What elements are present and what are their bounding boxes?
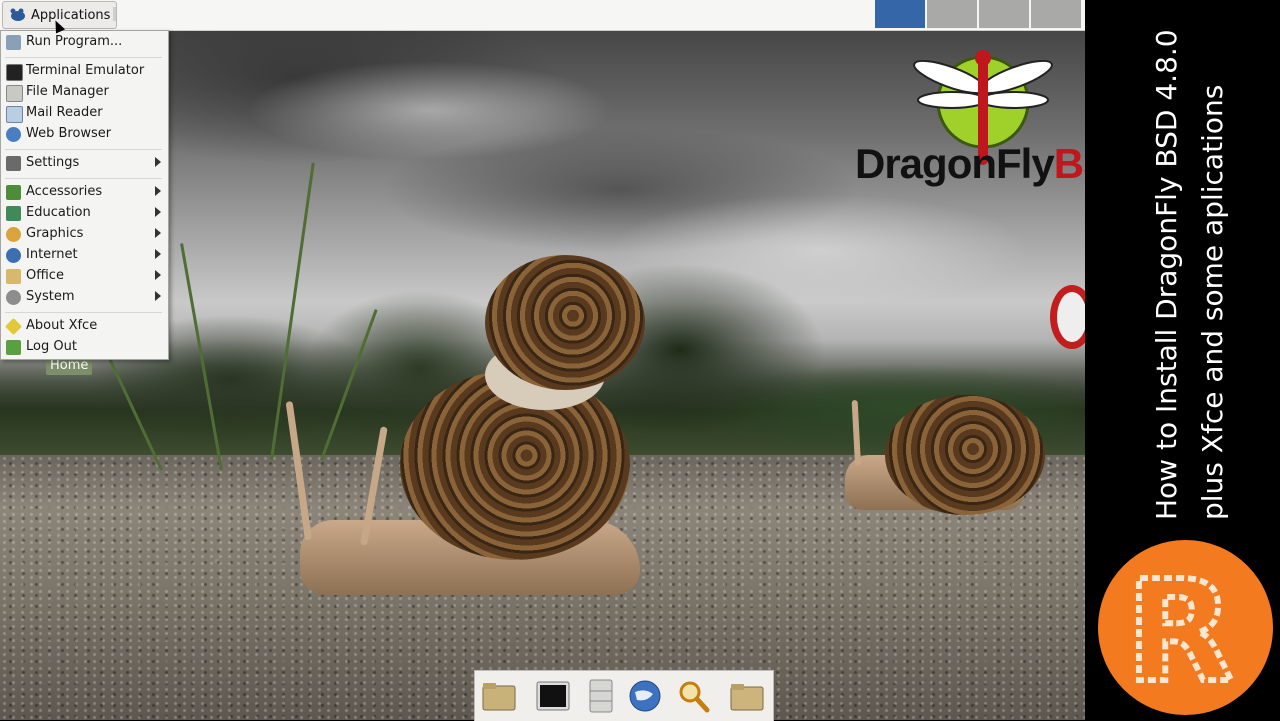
menu-item-mail-reader[interactable]: Mail Reader xyxy=(1,103,166,124)
menu-item-education[interactable]: Education xyxy=(1,203,166,224)
menu-separator xyxy=(5,149,162,150)
internet-icon xyxy=(6,248,21,263)
menu-item-settings[interactable]: Settings xyxy=(1,153,166,174)
terminal-icon xyxy=(6,64,23,81)
video-title: How to Install DragonFly BSD 4.8.0 plus … xyxy=(1150,10,1255,520)
menu-item-label: Web Browser xyxy=(26,126,112,141)
channel-logo: R xyxy=(1098,540,1273,717)
menu-item-about-xfce[interactable]: About Xfce xyxy=(1,316,166,337)
menu-separator xyxy=(5,312,162,313)
logout-icon xyxy=(6,340,21,355)
terminal-icon[interactable] xyxy=(535,678,571,714)
workspace-1-button[interactable] xyxy=(875,0,925,28)
menu-item-label: Education xyxy=(26,205,91,220)
menu-item-label: Mail Reader xyxy=(26,105,103,120)
menu-item-label: Graphics xyxy=(26,226,84,241)
menu-item-label: File Manager xyxy=(26,84,109,99)
menu-separator xyxy=(5,178,162,179)
submenu-arrow-icon xyxy=(155,270,161,280)
r-letter-icon: R xyxy=(1123,548,1237,717)
menu-item-label: About Xfce xyxy=(26,318,98,333)
menu-item-label: Log Out xyxy=(26,339,77,354)
menu-item-label: Office xyxy=(26,268,64,283)
accessories-icon xyxy=(6,185,21,200)
workspace-4-button[interactable] xyxy=(1031,0,1081,28)
submenu-arrow-icon xyxy=(155,249,161,259)
menu-item-web-browser[interactable]: Web Browser xyxy=(1,124,166,145)
education-icon xyxy=(6,206,21,221)
web-browser-icon xyxy=(6,127,21,142)
submenu-arrow-icon xyxy=(155,228,161,238)
menu-item-run-program[interactable]: Run Program... xyxy=(1,32,166,53)
panel-separator xyxy=(113,7,116,21)
menu-item-label: Internet xyxy=(26,247,78,262)
video-title-line-1: How to Install DragonFly BSD 4.8.0 xyxy=(1150,29,1183,520)
submenu-arrow-icon xyxy=(155,186,161,196)
bottom-dock xyxy=(474,670,774,721)
submenu-arrow-icon xyxy=(155,157,161,167)
menu-item-internet[interactable]: Internet xyxy=(1,245,166,266)
top-panel: Applications xyxy=(0,0,1085,31)
menu-item-label: Accessories xyxy=(26,184,103,199)
menu-item-accessories[interactable]: Accessories xyxy=(1,182,166,203)
folder-icon[interactable] xyxy=(729,678,765,714)
menu-item-office[interactable]: Office xyxy=(1,266,166,287)
menu-separator xyxy=(5,57,162,58)
settings-icon xyxy=(6,156,21,171)
menu-item-log-out[interactable]: Log Out xyxy=(1,337,166,358)
web-browser-icon[interactable] xyxy=(627,678,663,714)
file-manager-icon xyxy=(6,85,23,102)
submenu-arrow-icon xyxy=(155,207,161,217)
menu-item-label: Run Program... xyxy=(26,34,123,49)
file-cabinet-icon[interactable] xyxy=(583,678,619,714)
menu-item-graphics[interactable]: Graphics xyxy=(1,224,166,245)
applications-menu-label: Applications xyxy=(31,7,111,23)
office-icon xyxy=(6,269,21,284)
applications-menu: Run Program... Terminal Emulator File Ma… xyxy=(0,30,169,360)
menu-item-file-manager[interactable]: File Manager xyxy=(1,82,166,103)
mail-icon xyxy=(6,106,23,123)
video-title-line-2: plus Xfce and some aplications xyxy=(1196,84,1229,520)
menu-item-label: Terminal Emulator xyxy=(26,63,145,78)
search-icon[interactable] xyxy=(675,678,711,714)
system-icon xyxy=(6,290,21,305)
workspace-2-button[interactable] xyxy=(927,0,977,28)
wallpaper-snail-small xyxy=(840,395,1050,525)
home-folder-icon[interactable] xyxy=(481,678,517,714)
workspace-3-button[interactable] xyxy=(979,0,1029,28)
menu-item-system[interactable]: System xyxy=(1,287,166,308)
run-icon xyxy=(6,35,21,50)
menu-item-label: Settings xyxy=(26,155,80,170)
menu-item-terminal-emulator[interactable]: Terminal Emulator xyxy=(1,61,166,82)
submenu-arrow-icon xyxy=(155,291,161,301)
xfce-mouse-icon xyxy=(10,8,25,21)
svg-text:R: R xyxy=(1126,551,1234,714)
wallpaper-snail-large xyxy=(280,250,645,620)
graphics-icon xyxy=(6,227,21,242)
about-icon xyxy=(5,318,22,335)
dragonfly-logo-text: DragonFlyBS xyxy=(855,140,1085,187)
menu-item-label: System xyxy=(26,289,75,304)
